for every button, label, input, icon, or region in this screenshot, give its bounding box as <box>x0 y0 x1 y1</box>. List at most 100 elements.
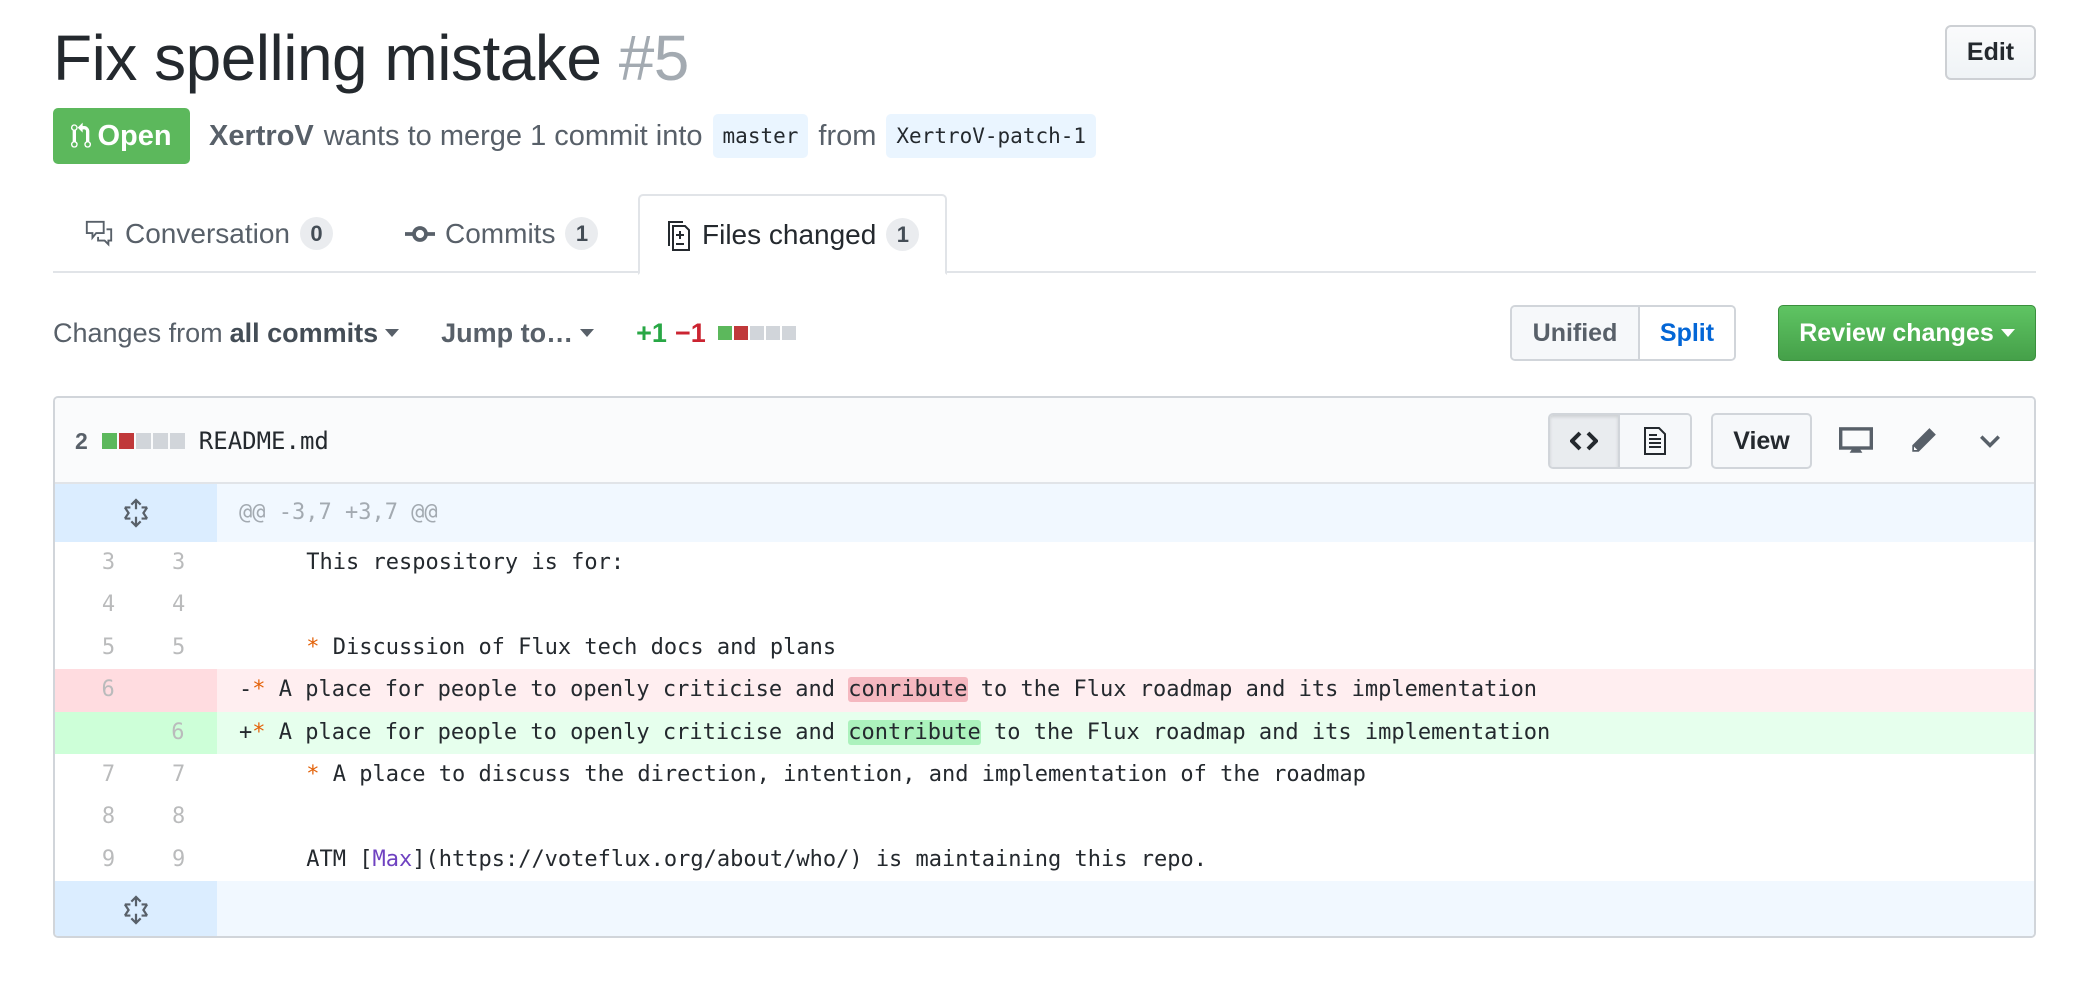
diffstat-block-added <box>101 433 117 449</box>
line-text-before: A place for people to openly criticise a… <box>265 719 849 745</box>
author-link[interactable]: XertroV <box>209 120 314 153</box>
diff-view-toggle: Unified Split <box>1510 305 1736 361</box>
review-changes-button[interactable]: Review changes <box>1778 305 2036 361</box>
code-icon <box>1570 431 1598 451</box>
diffstat-block-neutral <box>781 326 796 340</box>
file-name[interactable]: README.md <box>199 427 329 455</box>
file-change-count: 2 <box>75 427 88 454</box>
line-code: -* A place for people to openly criticis… <box>239 677 1538 703</box>
old-line-number[interactable]: 6 <box>55 669 161 711</box>
expand-up-button[interactable] <box>55 484 217 542</box>
git-pull-request-icon <box>71 122 92 148</box>
diff-toolbar: Changes from all commits Jump to… +1 −1 <box>53 305 796 361</box>
bullet-marker: * <box>306 634 320 660</box>
tab-counter: 0 <box>299 217 333 250</box>
old-line-number[interactable]: 9 <box>55 839 162 881</box>
old-line-number[interactable]: 5 <box>55 627 162 669</box>
bullet-marker: * <box>306 761 320 787</box>
new-line-number[interactable]: 8 <box>162 796 218 838</box>
line-code: * Discussion of Flux tech docs and plans <box>271 627 2034 669</box>
tab-files-changed[interactable]: Files changed 1 <box>638 194 948 275</box>
removed-word: conribute <box>848 677 968 703</box>
pr-title: Fix spelling mistake #5 <box>53 18 689 98</box>
line-text-after: to the Flux roadmap and its implementati… <box>980 719 1551 745</box>
new-line-number[interactable] <box>161 669 217 711</box>
rich-diff-button[interactable] <box>1620 415 1690 467</box>
diff-line-deletion: 6 -* A place for people to openly critic… <box>55 669 2034 712</box>
diff-line-context: 88 <box>55 796 2034 838</box>
merge-text: wants to merge 1 commit into <box>323 119 703 152</box>
new-line-number[interactable]: 3 <box>162 542 218 584</box>
split-button[interactable]: Split <box>1640 307 1734 359</box>
diffstat-block-added <box>717 326 732 340</box>
diffstat-block-deleted <box>118 433 134 449</box>
diffstat-block-neutral <box>152 433 168 449</box>
file-header: 2 README.md View <box>55 398 2034 484</box>
markdown-link-text: Max <box>372 846 413 872</box>
file-info: 2 README.md <box>75 398 329 484</box>
diffstat-block-neutral <box>749 326 764 340</box>
new-line-number[interactable]: 9 <box>162 839 218 881</box>
source-diff-button[interactable] <box>1550 415 1620 467</box>
tab-counter: 1 <box>565 217 599 250</box>
expand-down-button[interactable] <box>55 881 217 936</box>
jump-label: Jump to… <box>441 317 574 348</box>
head-branch[interactable]: XertroV-patch-1 <box>886 114 1097 158</box>
tab-label: Files changed <box>702 218 877 250</box>
line-code: This respository is for: <box>293 550 625 575</box>
chevron-down-icon <box>1980 435 2000 448</box>
file-diff: 2 README.md View @@ -3,7 +3,7 @@ 3 3 Thi… <box>53 396 2036 938</box>
new-line-number[interactable]: 5 <box>162 627 218 669</box>
display-toggle <box>1548 413 1692 469</box>
from-text: from <box>818 119 877 152</box>
tab-label: Conversation <box>125 217 290 249</box>
file-diff-icon <box>668 220 690 251</box>
old-line-number[interactable] <box>55 712 161 754</box>
diff-line-context: 33 This respository is for: <box>55 542 2034 584</box>
line-text-before: A place for people to openly criticise a… <box>265 677 849 703</box>
status-label: Open <box>97 119 172 152</box>
status-badge: Open <box>53 108 190 164</box>
pr-number: #5 <box>618 22 690 94</box>
caret-down-icon <box>2000 329 2015 337</box>
diff-line-context: 77 * A place to discuss the direction, i… <box>55 754 2034 796</box>
file-diffstat <box>101 433 185 449</box>
base-branch[interactable]: master <box>712 114 809 158</box>
tab-conversation[interactable]: Conversation 0 <box>83 194 333 273</box>
bullet-marker: * <box>252 677 266 703</box>
added-word: contribute <box>848 719 981 745</box>
git-commit-icon <box>405 225 435 242</box>
edit-file-button[interactable] <box>1903 426 1943 456</box>
diffstat-blocks <box>717 326 796 340</box>
old-line-number[interactable]: 7 <box>55 754 162 796</box>
old-line-number[interactable]: 4 <box>55 584 162 626</box>
tab-commits[interactable]: Commits 1 <box>405 194 599 273</box>
new-line-number[interactable]: 7 <box>162 754 218 796</box>
edit-button[interactable]: Edit <box>1945 25 2036 80</box>
pr-tabs: Conversation 0 Commits 1 Files changed 1 <box>53 194 2036 275</box>
diffstat-block-deleted <box>733 326 748 340</box>
file-actions: View <box>1548 398 2010 484</box>
collapse-file-button[interactable] <box>1970 434 2010 448</box>
diffstat-block-neutral <box>135 433 151 449</box>
changes-prefix: Changes from <box>53 317 223 348</box>
line-text-post: ](https://voteflux.org/about/who/) is ma… <box>412 846 1207 872</box>
additions-count: +1 <box>636 317 667 348</box>
diffstat: +1 −1 <box>636 318 796 349</box>
new-line-number[interactable]: 6 <box>161 712 217 754</box>
old-line-number[interactable]: 3 <box>55 542 162 584</box>
desktop-icon <box>1839 427 1873 453</box>
unfold-icon <box>123 498 149 528</box>
jump-to-dropdown[interactable]: Jump to… <box>441 317 595 349</box>
old-line-number[interactable]: 8 <box>55 796 162 838</box>
diff-line-addition: 6 +* A place for people to openly critic… <box>55 711 2034 754</box>
view-file-button[interactable]: View <box>1711 413 1812 469</box>
tab-label: Commits <box>445 217 556 249</box>
changes-from-dropdown[interactable]: Changes from all commits <box>53 317 400 349</box>
desktop-open-button[interactable] <box>1836 427 1876 455</box>
file-icon <box>1644 427 1666 455</box>
hunk-header-row: @@ -3,7 +3,7 @@ <box>55 484 2034 542</box>
new-line-number[interactable]: 4 <box>162 584 218 626</box>
unified-button[interactable]: Unified <box>1512 307 1640 359</box>
line-code: * A place to discuss the direction, inte… <box>271 754 2034 796</box>
